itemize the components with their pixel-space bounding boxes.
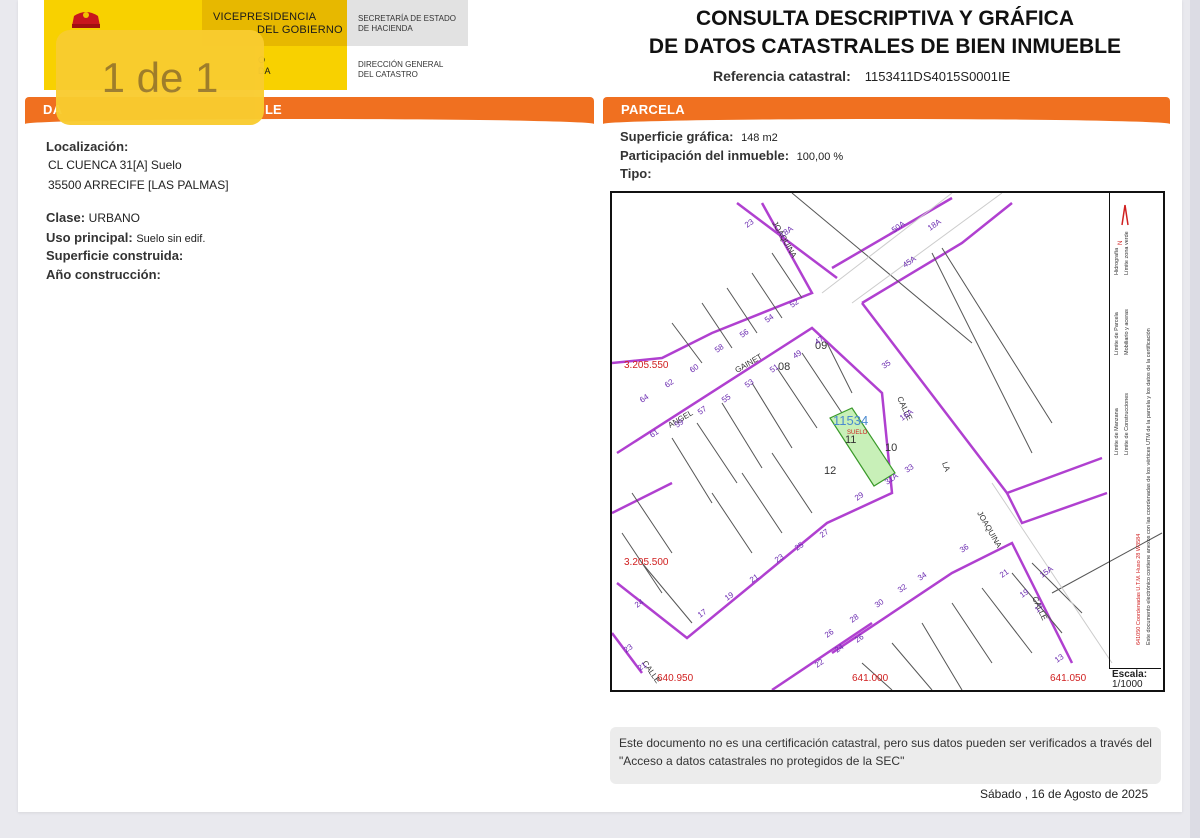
coord-x2: 641.000 xyxy=(852,673,889,684)
house-number: 23 xyxy=(773,552,786,565)
house-number: 50A xyxy=(890,219,907,235)
svg-text:Este documento electrónico con: Este documento electrónico contiene anex… xyxy=(1146,328,1152,645)
house-number: 49 xyxy=(791,348,804,361)
svg-text:641050 Coordenadas U.T.M. Huso: 641050 Coordenadas U.T.M. Huso 28 W3584 xyxy=(1136,534,1142,645)
street-joaquina-top: JOAQUINA xyxy=(770,220,799,260)
coord-y1: 3.205.550 xyxy=(624,360,669,371)
house-number: 64 xyxy=(638,392,651,405)
svg-text:Límite de Construcciones: Límite de Construcciones xyxy=(1124,393,1130,455)
house-number: 21 xyxy=(998,567,1011,580)
coord-y2: 3.205.500 xyxy=(624,557,669,568)
parcela-title: PARCELA xyxy=(621,102,685,117)
house-number: 58 xyxy=(713,342,726,355)
house-number: 28 xyxy=(848,612,861,625)
house-number: 54 xyxy=(763,312,776,325)
superficie-grafica-field: Superficie gráfica: 148 m2 xyxy=(620,129,778,144)
referencia-catastral: Referencia catastral: 1153411DS4015S0001I… xyxy=(713,68,1010,84)
datos-bar-end: LE xyxy=(265,102,282,117)
house-number: 19 xyxy=(1018,587,1031,600)
right-gutter xyxy=(1190,0,1200,838)
house-number: 53 xyxy=(743,377,756,390)
uso-field: Uso principal: Suelo sin edif. xyxy=(46,230,206,245)
house-number: 34 xyxy=(916,570,929,583)
secretaria-label: SECRETARÍA DE ESTADO DE HACIENDA xyxy=(358,14,456,33)
referencia-value: 1153411DS4015S0001IE xyxy=(864,69,1011,84)
house-number: 23 xyxy=(743,217,756,230)
scale-box: Escala: 1/1000 xyxy=(1109,668,1161,690)
coord-x3: 641.050 xyxy=(1050,673,1087,684)
street-joaquina-bottom: JOAQUINA xyxy=(975,510,1004,550)
house-number: 29 xyxy=(853,490,866,503)
cadastral-map: 3.205.550 3.205.500 640.950 641.000 641.… xyxy=(610,191,1165,692)
street-gainet: GAINET xyxy=(734,352,764,375)
svg-text:Límite de Manzana: Límite de Manzana xyxy=(1114,407,1120,455)
house-number: 56 xyxy=(738,327,751,340)
house-number: 35 xyxy=(880,358,893,371)
house-number: 57 xyxy=(696,404,709,417)
disclaimer-notice: Este documento no es una certificación c… xyxy=(610,727,1161,784)
house-number: 30 xyxy=(873,597,886,610)
house-number: 61 xyxy=(648,427,661,440)
parcela-section-header: PARCELA xyxy=(603,97,1170,124)
superficie-grafica-value: 148 m2 xyxy=(741,132,778,144)
clase-value: URBANO xyxy=(88,211,140,225)
house-number: 62 xyxy=(663,377,676,390)
svg-text:Límite de Parcela: Límite de Parcela xyxy=(1114,311,1120,355)
block-08: 08 xyxy=(778,361,790,373)
page-indicator: 1 de 1 xyxy=(56,30,264,125)
house-number: 32 xyxy=(896,582,909,595)
anio-construccion-label: Año construcción: xyxy=(46,267,161,282)
uso-value: Suelo sin edif. xyxy=(136,233,206,245)
cadastral-map-drawing: 3.205.550 3.205.500 640.950 641.000 641.… xyxy=(612,193,1163,690)
coat-of-arms-icon xyxy=(72,12,100,28)
map-legend: N Límite de Manzana Límite de Parcela Hi… xyxy=(1114,204,1152,645)
referencia-label: Referencia catastral: xyxy=(713,68,851,84)
page-title: CONSULTA DESCRIPTIVA Y GRÁFICA DE DATOS … xyxy=(648,7,1122,58)
house-number: 55 xyxy=(720,392,733,405)
address-line1: CL CUENCA 31[A] Suelo xyxy=(48,158,182,172)
house-number: 13 xyxy=(1053,652,1066,665)
direccion-label: DIRECCIÓN GENERAL DEL CATASTRO xyxy=(358,60,444,79)
house-number: 36 xyxy=(958,542,971,555)
document-date: Sábado , 16 de Agosto de 2025 xyxy=(980,787,1149,801)
svg-text:Límite zona verde: Límite zona verde xyxy=(1124,231,1130,275)
address-line2: 35500 ARRECIFE [LAS PALMAS] xyxy=(48,178,229,192)
participacion-value: 100,00 % xyxy=(796,151,844,163)
house-number: 26 xyxy=(823,627,836,640)
house-number: 18A xyxy=(926,217,943,233)
svg-text:Hidrografía: Hidrografía xyxy=(1114,247,1120,275)
localizacion-label: Localización: xyxy=(46,139,129,154)
svg-text:Mobiliario y aceras: Mobiliario y aceras xyxy=(1124,309,1130,355)
block-12: 12 xyxy=(824,465,836,477)
north-arrow-icon xyxy=(1121,204,1129,226)
house-numbers: 2318A 50A45A52545658606264615957555351494… xyxy=(622,217,1066,673)
superficie-construida-label: Superficie construida: xyxy=(46,248,184,263)
participacion-field: Participación del inmueble: 100,00 % xyxy=(620,148,844,163)
block-11: 11 xyxy=(845,434,856,446)
house-number: 21 xyxy=(748,572,761,585)
tipo-label: Tipo: xyxy=(620,166,652,181)
parcel-id: 11534 xyxy=(833,413,868,428)
house-number: 24 xyxy=(633,597,646,610)
block-10: 10 xyxy=(885,442,897,454)
house-number: 23 xyxy=(622,642,635,655)
house-number: 33 xyxy=(903,462,916,475)
scale-value: 1/1000 xyxy=(1112,679,1143,690)
clase-field: Clase: URBANO xyxy=(46,210,140,225)
house-number: 22 xyxy=(813,657,826,670)
house-number: 17 xyxy=(696,607,709,620)
house-number: 60 xyxy=(688,362,701,375)
street-la: LA xyxy=(940,461,952,474)
